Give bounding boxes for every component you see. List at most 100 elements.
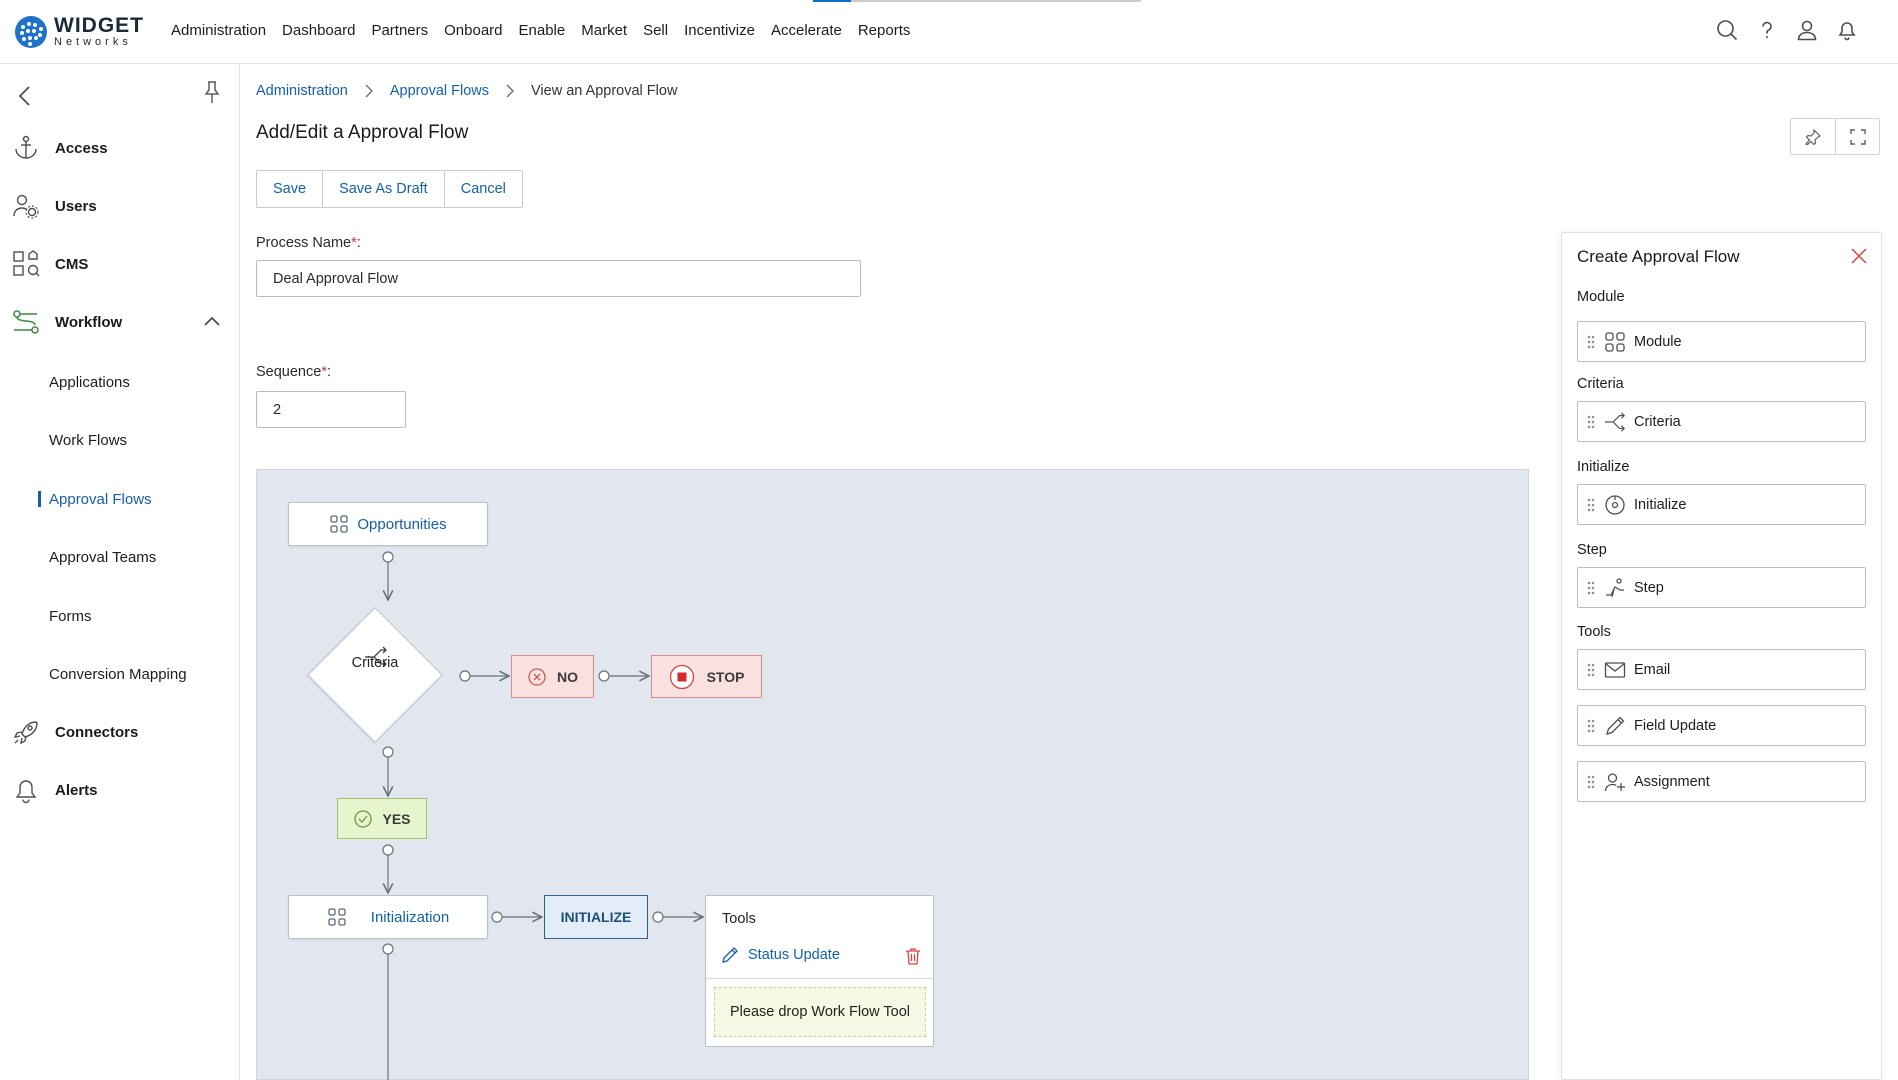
sequence-input[interactable] [256,391,406,428]
collapse-sidebar-icon[interactable] [16,84,36,108]
palette-item-criteria[interactable]: Criteria [1577,401,1866,442]
module-node-label: Opportunities [357,515,447,533]
drag-handle-icon[interactable] [1586,774,1596,790]
search-icon[interactable] [1716,19,1738,41]
pin-button[interactable] [1791,119,1835,154]
flow-canvas[interactable]: Opportunities Criteria NO STOP YES Initi… [256,469,1529,1080]
save-button[interactable]: Save [257,171,323,207]
chevron-up-icon[interactable] [203,315,221,327]
workflow-icon [13,310,39,334]
sidebar-item-users[interactable]: Users [12,192,97,220]
breadcrumb: Administration Approval Flows View an Ap… [256,83,677,99]
yes-branch-node[interactable]: YES [337,798,427,839]
tools-card-title: Tools [722,911,756,927]
section-initialize-heading: Initialize [1577,459,1630,475]
globe-logo-icon [15,15,47,48]
nav-sell[interactable]: Sell [643,22,668,39]
x-circle-icon [528,667,546,686]
active-tab-indicator [813,0,851,2]
drag-handle-icon[interactable] [1586,497,1596,513]
palette-item-step[interactable]: Step [1577,567,1866,608]
nav-market[interactable]: Market [581,22,627,39]
nav-onboard[interactable]: Onboard [444,22,502,39]
trash-icon[interactable] [905,947,921,965]
mail-icon [1604,661,1626,678]
palette-item-assignment[interactable]: Assignment [1577,761,1866,802]
tool-item-label: Status Update [748,947,840,963]
nav-administration[interactable]: Administration [171,22,266,39]
initialize-node-label: INITIALIZE [560,909,632,925]
tools-divider [706,978,933,979]
pin-sidebar-icon[interactable] [203,80,221,104]
drag-handle-icon[interactable] [1586,334,1596,350]
tool-status-update[interactable]: Status Update [720,945,840,965]
drag-handle-icon[interactable] [1586,580,1596,596]
initialize-node[interactable]: INITIALIZE [544,895,648,939]
palette-item-initialize[interactable]: Initialize [1577,484,1866,525]
sidebar-subitem-applications[interactable]: Applications [49,374,130,391]
palette-item-label: Initialize [1634,496,1687,513]
sidebar-subitem-forms[interactable]: Forms [49,608,92,625]
section-module-heading: Module [1577,289,1625,305]
no-node-label: NO [557,668,578,685]
form-actions: Save Save As Draft Cancel [256,170,523,208]
sidebar-item-alerts[interactable]: Alerts [12,776,98,804]
no-branch-node[interactable]: NO [511,655,594,698]
palette-item-field-update[interactable]: Field Update [1577,705,1866,746]
initialization-node-label: Initialization [370,908,450,926]
palette-item-email[interactable]: Email [1577,649,1866,690]
cms-icon [13,250,40,277]
sidebar-item-connectors[interactable]: Connectors [12,718,138,746]
step-icon [1606,577,1624,597]
drag-handle-icon[interactable] [1586,414,1596,430]
stop-icon [669,664,694,689]
nav-incentivize[interactable]: Incentivize [684,22,755,39]
module-node[interactable]: Opportunities [288,502,488,546]
notification-bell-icon[interactable] [1836,19,1858,41]
sidebar: Access Users CMS Workflow Applications W… [0,64,240,1080]
process-name-input[interactable] [256,260,861,297]
nav-partners[interactable]: Partners [371,22,428,39]
initialization-node[interactable]: Initialization [288,895,488,939]
close-icon[interactable] [1850,247,1868,265]
section-tools-heading: Tools [1577,624,1611,640]
sidebar-item-label: Access [55,139,108,157]
grid-icon [328,908,346,926]
nav-enable[interactable]: Enable [519,22,566,39]
stop-node[interactable]: STOP [651,655,762,698]
active-item-marker [38,491,41,507]
nav-dashboard[interactable]: Dashboard [282,22,355,39]
cancel-button[interactable]: Cancel [443,171,522,207]
sidebar-subitem-approval-flows[interactable]: Approval Flows [49,491,152,508]
chevron-right-icon [506,84,514,98]
breadcrumb-administration[interactable]: Administration [256,83,348,99]
pencil-icon [722,947,738,963]
drag-handle-icon[interactable] [1586,718,1596,734]
breadcrumb-current: View an Approval Flow [531,83,678,99]
sidebar-subitem-approval-teams[interactable]: Approval Teams [49,549,156,566]
tool-drop-zone[interactable]: Please drop Work Flow Tool [714,987,926,1037]
sidebar-item-cms[interactable]: CMS [12,250,88,278]
anchor-icon [15,135,37,159]
pin-icon [1805,128,1821,145]
brand-logo[interactable]: WIDGET Networks [15,15,144,48]
grid-icon [330,515,349,533]
sidebar-subitem-work-flows[interactable]: Work Flows [49,432,127,449]
save-as-draft-button[interactable]: Save As Draft [322,171,444,207]
chevron-right-icon [365,84,373,98]
help-icon[interactable] [1756,19,1778,41]
grid-icon [1605,331,1625,352]
header-tools [1790,118,1880,155]
breadcrumb-approval-flows[interactable]: Approval Flows [390,83,489,99]
nav-accelerate[interactable]: Accelerate [771,22,842,39]
drag-handle-icon[interactable] [1586,662,1596,678]
sidebar-item-access[interactable]: Access [12,134,108,162]
label-colon: : [326,364,331,380]
palette-item-module[interactable]: Module [1577,321,1866,362]
sidebar-item-workflow[interactable]: Workflow [12,308,122,336]
section-step-heading: Step [1577,542,1607,558]
user-profile-icon[interactable] [1796,19,1818,41]
sidebar-subitem-conversion-mapping[interactable]: Conversion Mapping [49,666,187,683]
nav-reports[interactable]: Reports [858,22,911,39]
fullscreen-button[interactable] [1835,119,1879,154]
